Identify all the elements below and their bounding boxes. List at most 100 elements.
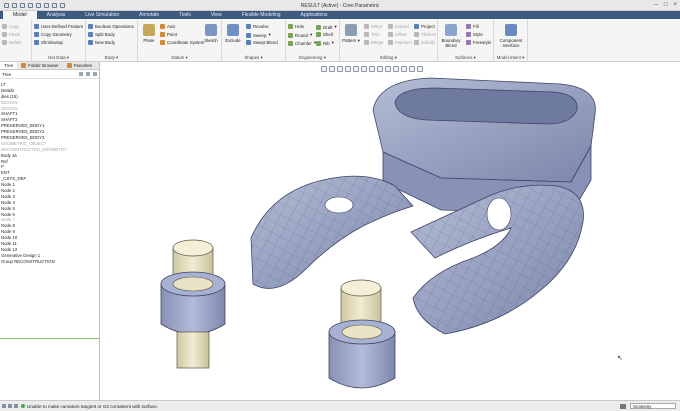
get-data-group: User-Defined Feature Copy Geometry Shrin… [32,20,86,61]
point-button[interactable]: Point [160,32,177,37]
component-interface-button[interactable]: Component Interface [496,24,526,48]
datum-group-title[interactable]: Datum ▾ [138,55,221,61]
mirror-icon [364,24,369,29]
copy-icon [2,24,7,29]
tab-live-simulation[interactable]: Live Simulation [75,11,129,19]
minimize-icon[interactable]: – [655,2,658,8]
sweep-button[interactable]: Sweep ▾ [246,32,271,38]
title-bar: RESULT (Active) - Creo Parametric – □ × [0,0,680,11]
solidify-button[interactable]: Solidify [414,40,435,45]
close-icon[interactable]: × [673,2,677,8]
thicken-button[interactable]: Thicken [414,32,436,37]
coordinate-system-button[interactable]: Coordinate System [160,40,204,45]
tree-header: Tree [2,71,12,77]
new-body-icon [88,40,93,45]
split-body-button[interactable]: Split Body [88,32,115,37]
panel-tabs: Tree Folder Browser Favorites [0,62,99,70]
get-data-group-title[interactable]: Get Data ▾ [32,55,85,61]
tab-applications[interactable]: Applications [291,11,338,19]
tab-annotate[interactable]: Annotate [129,11,169,19]
sketch-button[interactable]: Sketch [200,24,222,43]
tree-item[interactable]: Group RECONSTRUCTION [0,259,99,265]
delete-button[interactable]: Delete [2,40,22,45]
boolean-icon [88,24,93,29]
editing-group-title[interactable]: Editing ▾ [340,55,437,61]
copy-button[interactable]: Copy [2,24,19,29]
model-intent-group-title[interactable]: Model Intent ▾ [494,55,527,61]
style-button[interactable]: Style [466,32,483,37]
boundary-blend-button[interactable]: Boundary Blend [438,24,464,48]
draft-button[interactable]: Draft ▾ [316,24,337,30]
paste-icon [2,32,7,37]
copy-geometry-icon [34,32,39,37]
maximize-icon[interactable]: □ [664,2,668,8]
folder-icon [21,63,27,68]
offset-button[interactable]: Offset [388,32,407,37]
generative-design-model[interactable] [101,62,680,400]
shell-icon [316,32,321,37]
selection-icon[interactable] [620,403,626,409]
round-button[interactable]: Round ▾ [288,32,312,38]
plane-button[interactable]: Plane [138,24,160,43]
extend-button[interactable]: Extend [388,24,409,29]
new-body-button[interactable]: New Body [88,40,115,45]
point-icon [160,32,165,37]
body-group-title[interactable]: Body ▾ [86,55,137,61]
merge-button[interactable]: Merge [364,40,383,45]
tab-tools[interactable]: Tools [169,11,201,19]
trim-button[interactable]: Trim [364,32,380,37]
ribbon-tabs: Model Analysis Live Simulation Annotate … [0,11,680,19]
selection-filter[interactable]: Geometry [630,403,676,409]
swept-blend-button[interactable]: Swept Blend [246,40,278,45]
paste-button[interactable]: Paste [2,32,20,37]
shapes-group-title[interactable]: Shapes ▾ [222,55,285,61]
mirror-button[interactable]: Mirror [364,24,382,29]
tree-filter-icon[interactable] [86,72,90,76]
axis-icon [160,24,165,29]
intersect-icon [388,40,393,45]
chamfer-icon [288,40,293,46]
shrinkwrap-button[interactable]: Shrinkwrap [34,40,63,45]
tab-favorites[interactable]: Favorites [63,62,97,69]
pattern-button[interactable]: Pattern ▾ [340,24,362,44]
trim-icon [364,32,369,37]
fill-button[interactable]: Fill [466,24,479,29]
tab-analysis[interactable]: Analysis [37,11,76,19]
model-tree: LT Details dies (15) DESIGN DESIGN SHAFT1 SHAF… [0,79,99,265]
extrude-button[interactable]: Extrude [222,24,244,43]
revolve-button[interactable]: Revolve [246,24,269,29]
hole-button[interactable]: Hole [288,24,304,29]
intersect-button[interactable]: Intersect [388,40,412,45]
copy-geometry-button[interactable]: Copy Geometry [34,32,72,37]
engineering-group-title[interactable]: Engineering ▾ [286,55,339,61]
surfaces-group-title[interactable]: Surfaces ▾ [438,55,493,61]
freestyle-icon [466,40,471,45]
tab-model[interactable]: Model [3,11,37,19]
left-arm-mesh [251,176,413,289]
shell-button[interactable]: Shell [316,32,333,37]
udf-icon [34,24,39,29]
chamfer-button[interactable]: Chamfer ▾ [288,40,316,46]
rib-button[interactable]: Rib ▾ [316,40,334,46]
tab-view[interactable]: View [201,11,232,19]
thicken-icon [414,32,419,37]
user-defined-feature-button[interactable]: User-Defined Feature [34,24,83,29]
tree-settings-icon[interactable] [79,72,83,76]
status-bar: Unable to make curvature tangent or G3 c… [0,400,680,411]
toggle-browser-icon[interactable] [8,404,12,408]
tab-tree[interactable]: Tree [0,62,18,69]
tab-folder-browser[interactable]: Folder Browser [17,62,63,69]
boolean-operations-button[interactable]: Boolean Operations [88,24,134,29]
toggle-navigator-icon[interactable] [2,404,6,408]
project-button[interactable]: Project [414,24,435,29]
tab-flexible-modeling[interactable]: Flexible Modeling [232,11,291,19]
graphics-window[interactable]: ↖ [101,62,680,400]
freestyle-button[interactable]: Freestyle [466,40,491,45]
star-icon [66,63,72,68]
model-tree-panel: Tree Folder Browser Favorites Tree LT Det… [0,62,100,400]
style-icon [466,32,471,37]
tree-columns-icon[interactable] [93,72,97,76]
full-screen-icon[interactable] [14,404,18,408]
insert-here-marker[interactable] [0,338,99,339]
axis-button[interactable]: Axis [160,24,175,29]
